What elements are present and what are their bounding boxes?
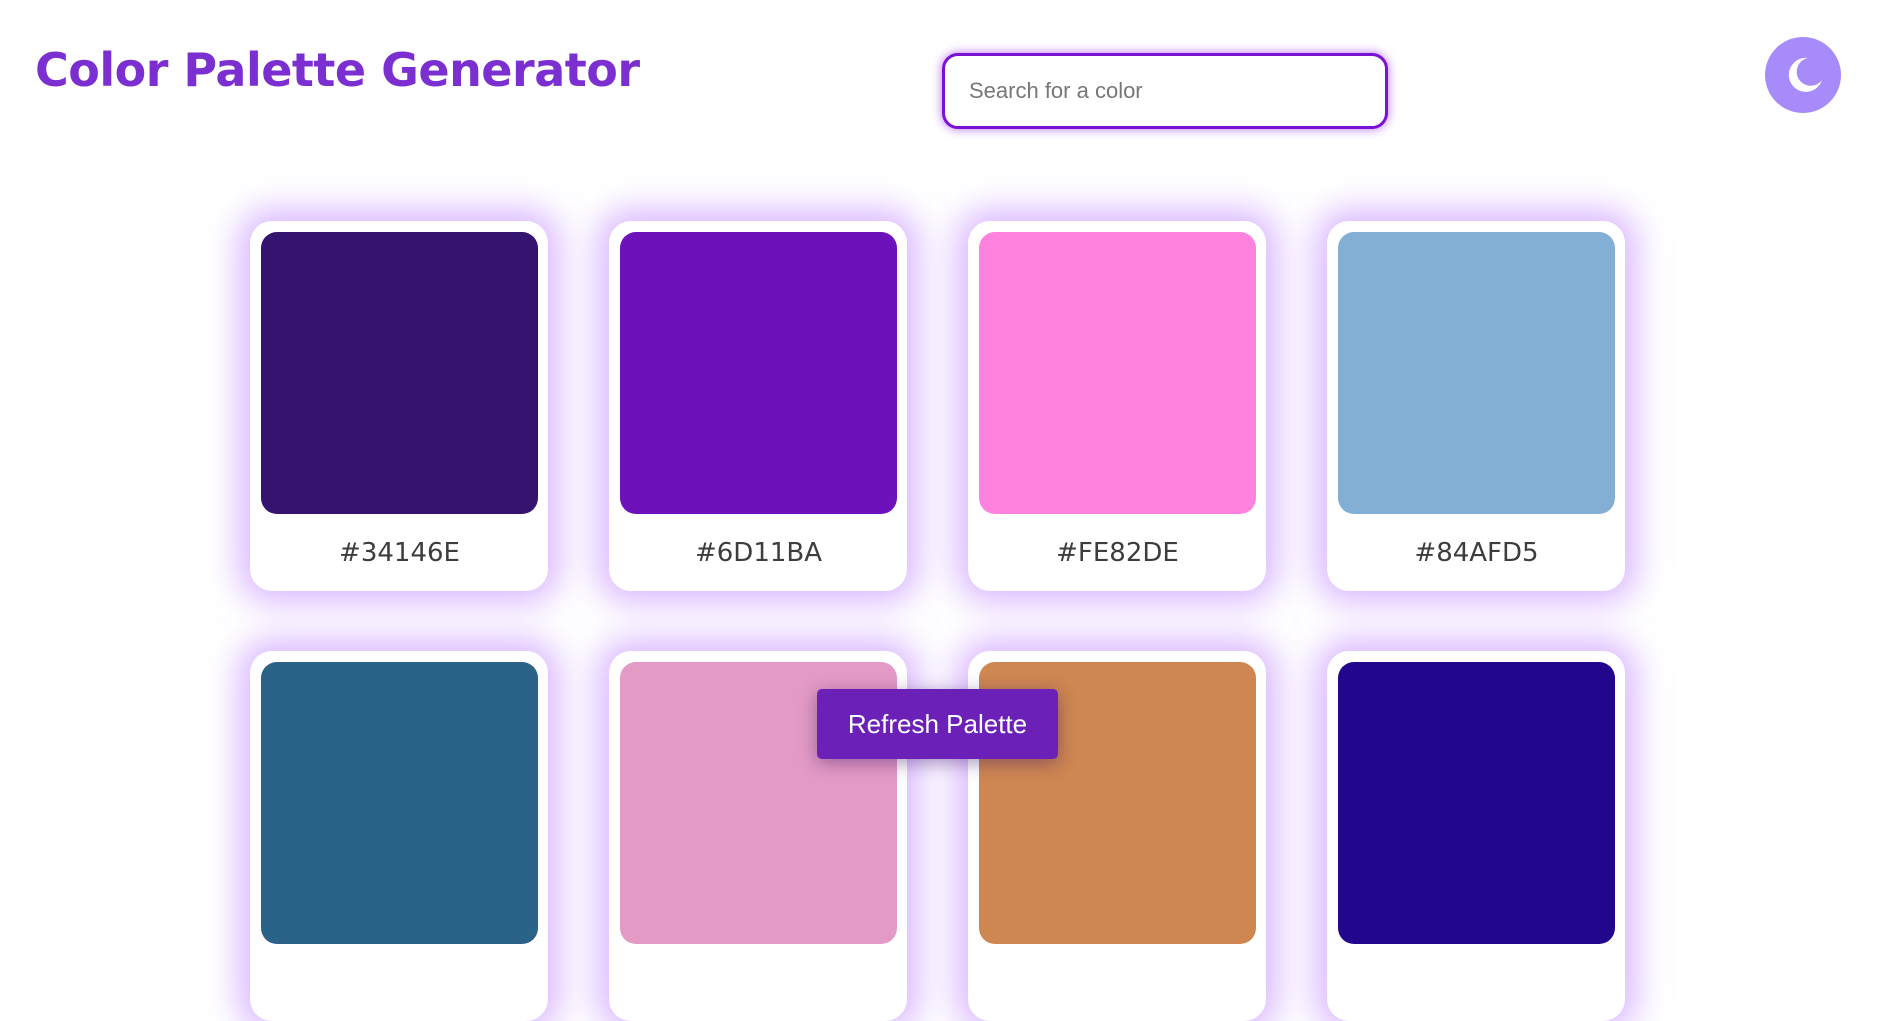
hex-label: #34146E [339, 537, 460, 568]
hex-label: #FE82DE [1056, 537, 1179, 568]
color-swatch [1338, 662, 1615, 944]
hex-label [620, 944, 897, 1021]
refresh-palette-button[interactable]: Refresh Palette [817, 689, 1058, 759]
moon-icon [1788, 57, 1822, 92]
color-swatch [1338, 232, 1615, 514]
color-card[interactable]: #FE82DE [968, 221, 1266, 591]
color-card[interactable]: #34146E [250, 221, 548, 591]
hex-label [261, 944, 538, 1021]
color-card[interactable] [250, 651, 548, 1021]
hex-label: #6D11BA [694, 537, 823, 568]
color-swatch [261, 232, 538, 514]
hex-label [979, 944, 1256, 1021]
color-swatch [979, 232, 1256, 514]
hex-label [1338, 944, 1615, 1021]
palette-grid: #34146E #6D11BA #FE82DE #84AFD5 [250, 221, 1625, 1021]
color-card[interactable] [1327, 651, 1625, 1021]
hex-label: #84AFD5 [1414, 537, 1539, 568]
color-swatch [261, 662, 538, 944]
color-swatch [620, 232, 897, 514]
search-input[interactable] [942, 53, 1388, 129]
color-card[interactable]: #6D11BA [609, 221, 907, 591]
theme-toggle-button[interactable] [1765, 37, 1841, 113]
app-title: Color Palette Generator [35, 43, 640, 97]
color-card[interactable]: #84AFD5 [1327, 221, 1625, 591]
